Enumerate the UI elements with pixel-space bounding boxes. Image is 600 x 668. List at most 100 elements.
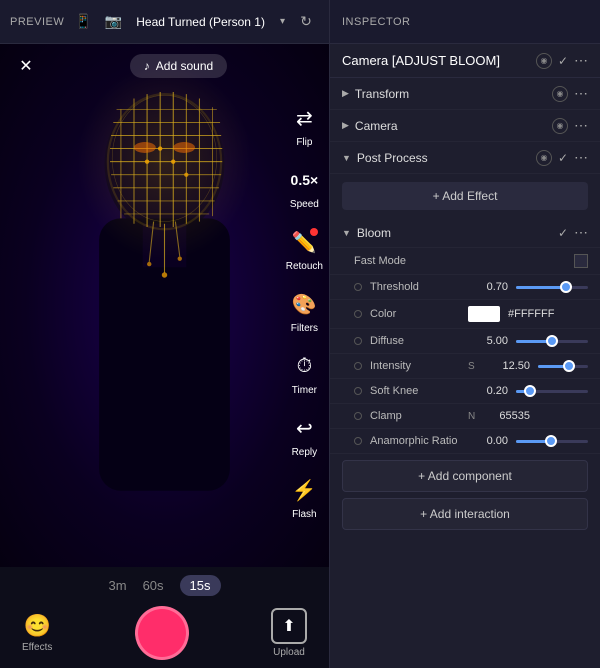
anamorphic-value: 0.00: [468, 435, 508, 447]
record-button[interactable]: [135, 606, 189, 660]
color-indicator[interactable]: [354, 310, 362, 318]
reply-tool[interactable]: ↩ Reply: [288, 412, 320, 458]
diffuse-label: Diffuse: [370, 335, 460, 347]
anamorphic-label: Anamorphic Ratio: [370, 435, 460, 447]
canvas-background: ✕ ♪ Add sound ⇄ Flip 0.5× Speed: [0, 44, 329, 567]
threshold-fill: [516, 286, 566, 289]
camera-more[interactable]: ⋯: [574, 117, 588, 134]
flip-icon: ⇄: [288, 102, 320, 134]
time-3m[interactable]: 3m: [109, 578, 127, 593]
phone-icon[interactable]: 📱: [72, 11, 94, 33]
inspector-panel: Camera [ADJUST BLOOM] ◉ ✓ ⋯ ▶ Transform …: [330, 44, 600, 668]
post-process-radio[interactable]: ◉: [536, 150, 552, 166]
preview-dropdown[interactable]: Head Turned (Person 1) ▾: [136, 15, 285, 29]
transform-name: Transform: [355, 87, 552, 101]
timer-tool[interactable]: ⏱ Timer: [288, 350, 320, 396]
more-options-icon[interactable]: ⋯: [574, 52, 588, 69]
post-process-more[interactable]: ⋯: [574, 149, 588, 166]
add-effect-button[interactable]: + Add Effect: [342, 182, 588, 210]
clamp-indicator[interactable]: [354, 412, 362, 420]
anamorphic-indicator[interactable]: [354, 437, 362, 445]
filters-icon: 🎨: [288, 288, 320, 320]
anamorphic-property: Anamorphic Ratio 0.00: [330, 429, 600, 454]
effects-button[interactable]: 😊 Effects: [22, 613, 52, 653]
soft-knee-label: Soft Knee: [370, 385, 460, 397]
time-15s[interactable]: 15s: [180, 575, 221, 596]
camera-section[interactable]: ▶ Camera ◉ ⋯: [330, 110, 600, 142]
filters-tool[interactable]: 🎨 Filters: [288, 288, 320, 334]
time-60s[interactable]: 60s: [143, 578, 164, 593]
inspector-label: INSPECTOR: [342, 16, 410, 28]
post-process-check[interactable]: ✓: [558, 151, 568, 165]
inspector-body: ▶ Transform ◉ ⋯ ▶ Camera ◉ ⋯ ▼ Post Proc: [330, 78, 600, 668]
add-interaction-button[interactable]: + Add interaction: [342, 498, 588, 530]
intensity-indicator[interactable]: [354, 362, 362, 370]
clamp-property: Clamp N 65535: [330, 404, 600, 429]
post-process-name: Post Process: [357, 151, 536, 165]
anamorphic-slider[interactable]: [516, 440, 588, 443]
camera-label: Camera [ADJUST BLOOM]: [342, 53, 528, 68]
clamp-label: Clamp: [370, 410, 460, 422]
transform-radio[interactable]: ◉: [552, 86, 568, 102]
diffuse-slider[interactable]: [516, 340, 588, 343]
clamp-value: 65535: [490, 410, 530, 422]
camera-chevron: ▶: [342, 120, 349, 131]
radio-button[interactable]: ◉: [536, 53, 552, 69]
anamorphic-thumb[interactable]: [545, 435, 557, 447]
diffuse-thumb[interactable]: [546, 335, 558, 347]
intensity-thumb[interactable]: [563, 360, 575, 372]
diffuse-value: 5.00: [468, 335, 508, 347]
color-value: #FFFFFF: [508, 308, 554, 320]
diffuse-indicator[interactable]: [354, 337, 362, 345]
effects-label: Effects: [22, 642, 52, 653]
upload-label: Upload: [273, 647, 305, 658]
fast-mode-row: Fast Mode: [330, 248, 600, 275]
bloom-header[interactable]: ▼ Bloom ✓ ⋯: [330, 218, 600, 248]
flip-tool[interactable]: ⇄ Flip: [288, 102, 320, 148]
intensity-label: Intensity: [370, 360, 460, 372]
check-icon[interactable]: ✓: [558, 54, 568, 68]
threshold-indicator[interactable]: [354, 283, 362, 291]
upload-icon: ⬆: [271, 608, 307, 644]
intensity-slider[interactable]: [538, 365, 588, 368]
diffuse-property: Diffuse 5.00: [330, 329, 600, 354]
preview-bottom: 3m 60s 15s 😊 Effects ⬆ Upload: [0, 567, 329, 668]
upload-button[interactable]: ⬆ Upload: [271, 608, 307, 658]
bloom-check[interactable]: ✓: [558, 226, 568, 240]
transform-more[interactable]: ⋯: [574, 85, 588, 102]
bloom-chevron: ▼: [342, 228, 351, 238]
refresh-button[interactable]: ↻: [293, 9, 319, 35]
threshold-thumb[interactable]: [560, 281, 572, 293]
soft-knee-indicator[interactable]: [354, 387, 362, 395]
color-swatch[interactable]: [468, 306, 500, 322]
flash-tool[interactable]: ⚡ Flash: [288, 474, 320, 520]
intensity-property: Intensity S 12.50: [330, 354, 600, 379]
close-button[interactable]: ✕: [12, 52, 40, 80]
bloom-more[interactable]: ⋯: [574, 224, 588, 241]
add-component-button[interactable]: + Add component: [342, 460, 588, 492]
retouch-label: Retouch: [286, 261, 323, 272]
soft-knee-thumb[interactable]: [524, 385, 536, 397]
transform-section[interactable]: ▶ Transform ◉ ⋯: [330, 78, 600, 110]
flip-label: Flip: [296, 137, 312, 148]
canvas-toolbar: ✕ ♪ Add sound: [0, 44, 329, 88]
add-sound-button[interactable]: ♪ Add sound: [130, 54, 227, 78]
soft-knee-slider[interactable]: [516, 390, 588, 393]
camera-radio[interactable]: ◉: [552, 118, 568, 134]
flash-label: Flash: [292, 509, 316, 520]
retouch-icon: ✏️: [288, 226, 320, 258]
timer-label: Timer: [292, 385, 317, 396]
speed-tool[interactable]: 0.5× Speed: [288, 164, 320, 210]
camera-icons: ◉ ⋯: [552, 117, 588, 134]
reply-icon: ↩: [288, 412, 320, 444]
canvas-area: ✕ ♪ Add sound ⇄ Flip 0.5× Speed: [0, 44, 329, 567]
camera-icon[interactable]: 📷: [102, 11, 124, 33]
threshold-slider[interactable]: [516, 286, 588, 289]
preview-label: PREVIEW: [10, 16, 64, 28]
post-process-section[interactable]: ▼ Post Process ◉ ✓ ⋯: [330, 142, 600, 174]
retouch-tool[interactable]: ✏️ Retouch: [286, 226, 323, 272]
retouch-badge: [310, 228, 318, 236]
effects-icon: 😊: [23, 613, 50, 639]
fast-mode-checkbox[interactable]: [574, 254, 588, 268]
intensity-prefix: S: [468, 361, 482, 372]
